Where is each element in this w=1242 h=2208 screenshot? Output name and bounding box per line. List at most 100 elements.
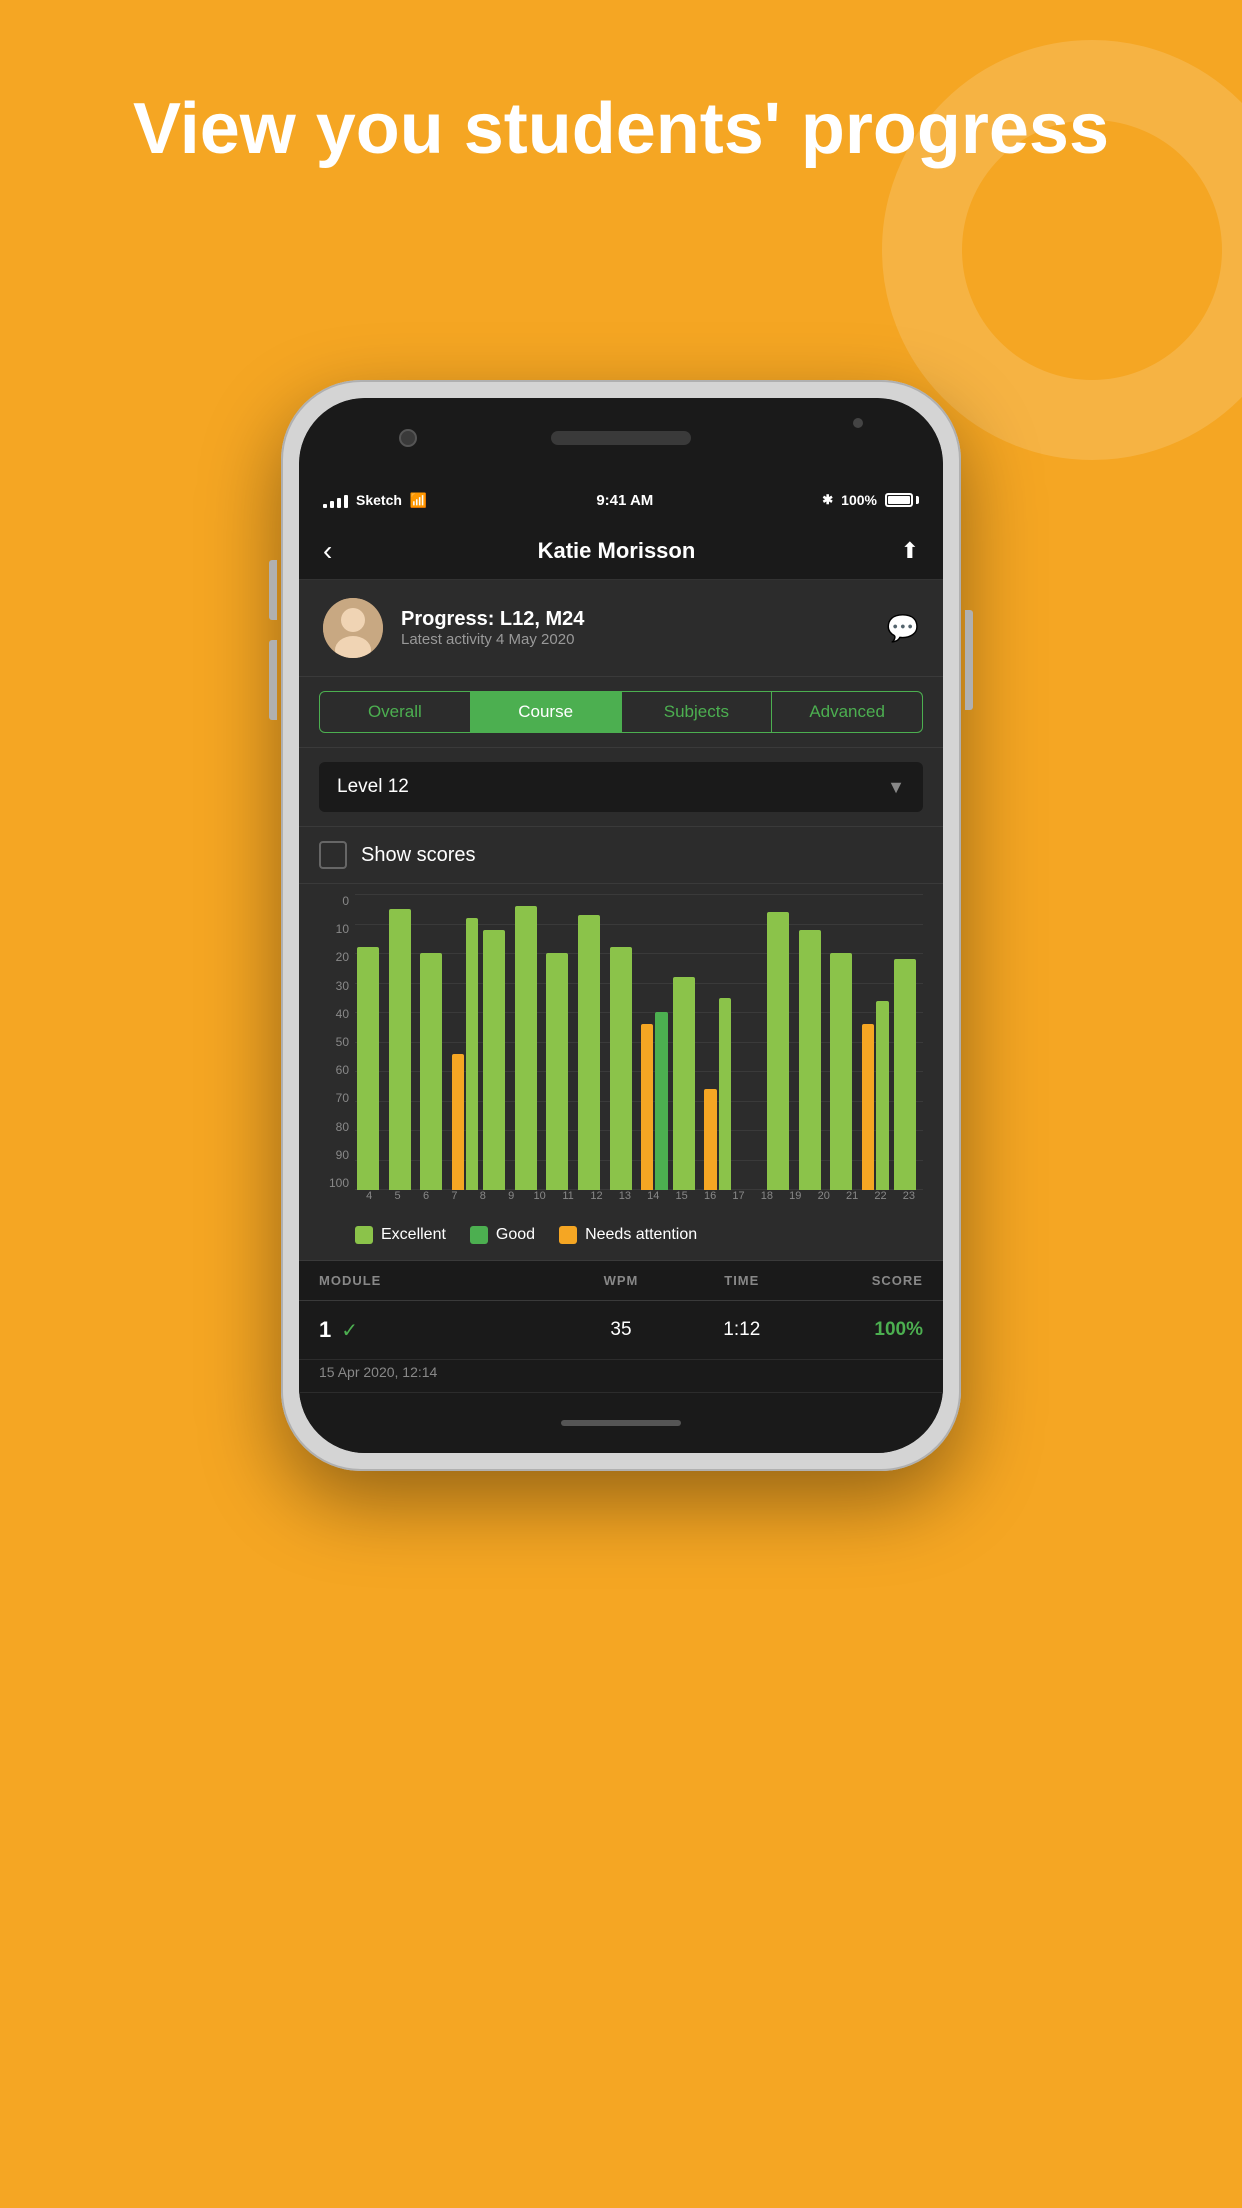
legend-attention: Needs attention	[559, 1226, 697, 1244]
bar-group-15	[830, 953, 858, 1190]
phone-outer-shell: Sketch 📶 9:41 AM ✱ 100% ‹	[281, 380, 961, 1471]
bar-excellent-4	[483, 930, 505, 1190]
chart-x-labels: 4567891011121314151617181920212223	[355, 1190, 923, 1202]
x-label-5: 5	[385, 1190, 409, 1202]
power-button[interactable]	[965, 610, 973, 710]
legend-label-excellent: Excellent	[381, 1226, 446, 1244]
battery-icon	[885, 493, 919, 507]
bar-group-7	[578, 915, 606, 1190]
tab-course[interactable]: Course	[471, 691, 622, 733]
x-label-22: 22	[868, 1190, 892, 1202]
x-label-23: 23	[897, 1190, 921, 1202]
bar-group-1	[389, 909, 417, 1190]
legend-excellent: Excellent	[355, 1226, 446, 1244]
bar-group-2	[420, 953, 448, 1190]
col-time-value: 1:12	[681, 1319, 802, 1341]
phone-inner: Sketch 📶 9:41 AM ✱ 100% ‹	[299, 398, 943, 1453]
tab-advanced[interactable]: Advanced	[772, 691, 923, 733]
volume-down-button[interactable]	[269, 640, 277, 720]
bar-group-8	[610, 947, 638, 1190]
x-label-12: 12	[584, 1190, 608, 1202]
bar-attention-11	[704, 1089, 716, 1190]
signal-strength	[323, 492, 348, 508]
y-label-30: 30	[319, 979, 355, 993]
status-bar: Sketch 📶 9:41 AM ✱ 100%	[299, 478, 943, 522]
module-number: 1	[319, 1317, 331, 1343]
wifi-icon: 📶	[410, 492, 427, 509]
phone-top-notch	[299, 398, 943, 478]
show-scores-section: Show scores	[299, 827, 943, 884]
show-scores-label: Show scores	[361, 844, 476, 867]
legend-good: Good	[470, 1226, 535, 1244]
bar-excellent-10	[673, 977, 695, 1190]
y-label-60: 60	[319, 1063, 355, 1077]
bar-group-3	[452, 918, 480, 1190]
bar-attention-3	[452, 1054, 464, 1190]
share-button[interactable]: ⬆	[901, 538, 919, 564]
volume-up-button[interactable]	[269, 560, 277, 620]
nav-bar: ‹ Katie Morisson ⬆	[299, 522, 943, 580]
sensor-dot	[853, 418, 863, 428]
progress-title: Progress: L12, M24	[401, 608, 584, 631]
show-scores-checkbox[interactable]	[319, 841, 347, 869]
x-label-7: 7	[442, 1190, 466, 1202]
chat-icon[interactable]: 💬	[887, 613, 919, 644]
tab-subjects[interactable]: Subjects	[622, 691, 773, 733]
avatar-image	[323, 598, 383, 658]
screen: Sketch 📶 9:41 AM ✱ 100% ‹	[299, 478, 943, 1393]
x-label-4: 4	[357, 1190, 381, 1202]
chart-section: 100 90 80 70 60 50 40 30 20 10 0	[299, 884, 943, 1214]
x-label-19: 19	[783, 1190, 807, 1202]
check-icon: ✓	[341, 1318, 358, 1343]
bar-excellent-13	[767, 912, 789, 1190]
x-label-9: 9	[499, 1190, 523, 1202]
front-camera	[399, 429, 417, 447]
x-label-10: 10	[527, 1190, 551, 1202]
col-score-value: 100%	[802, 1319, 923, 1341]
bar-excellent-1	[389, 909, 411, 1190]
bar-excellent-15	[830, 953, 852, 1190]
tab-overall[interactable]: Overall	[319, 691, 471, 733]
bar-group-11	[704, 998, 732, 1190]
carrier-name: Sketch	[356, 492, 402, 508]
x-label-13: 13	[613, 1190, 637, 1202]
bar-group-17	[894, 959, 922, 1190]
y-label-80: 80	[319, 1120, 355, 1134]
avatar	[323, 598, 383, 658]
legend-dot-excellent	[355, 1226, 373, 1244]
chart-main: 4567891011121314151617181920212223	[355, 894, 923, 1214]
table-section: MODULE WPM TIME SCORE 1 ✓ 35 1:12 100%	[299, 1261, 943, 1393]
bluetooth-icon: ✱	[822, 492, 833, 508]
profile-left: Progress: L12, M24 Latest activity 4 May…	[323, 598, 584, 658]
bars-wrapper	[355, 894, 923, 1190]
chevron-down-icon: ▼	[887, 777, 905, 798]
level-dropdown[interactable]: Level 12 ▼	[319, 762, 923, 812]
bar-group-16	[862, 1001, 890, 1190]
bar-attention-9	[641, 1024, 653, 1190]
profile-info: Progress: L12, M24 Latest activity 4 May…	[401, 608, 584, 648]
table-row[interactable]: 1 ✓ 35 1:12 100%	[299, 1301, 943, 1360]
home-indicator[interactable]	[561, 1420, 681, 1426]
dropdown-section: Level 12 ▼	[299, 748, 943, 827]
bar-excellent-5	[515, 906, 537, 1190]
bar-attention-16	[862, 1024, 874, 1190]
x-label-6: 6	[414, 1190, 438, 1202]
x-label-16: 16	[698, 1190, 722, 1202]
col-header-score: SCORE	[802, 1273, 923, 1288]
y-label-10: 10	[319, 922, 355, 936]
legend-label-attention: Needs attention	[585, 1226, 697, 1244]
col-header-module: MODULE	[319, 1273, 561, 1288]
bar3	[337, 498, 341, 508]
bar-group-13	[767, 912, 795, 1190]
y-label-90: 90	[319, 1148, 355, 1162]
x-label-21: 21	[840, 1190, 864, 1202]
bar-excellent-6	[546, 953, 568, 1190]
back-button[interactable]: ‹	[323, 535, 332, 567]
bar1	[323, 504, 327, 508]
col-wpm-value: 35	[561, 1319, 682, 1341]
phone-frame: Sketch 📶 9:41 AM ✱ 100% ‹	[281, 380, 961, 1471]
bar-group-5	[515, 906, 543, 1190]
bar-group-9	[641, 1012, 669, 1190]
profile-section: Progress: L12, M24 Latest activity 4 May…	[299, 580, 943, 677]
y-label-50: 50	[319, 1035, 355, 1049]
